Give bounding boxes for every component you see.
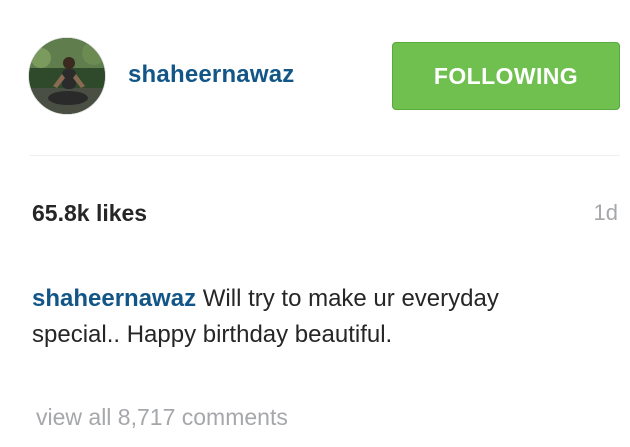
avatar-photo-icon xyxy=(29,38,105,114)
view-all-comments-link[interactable]: view all 8,717 comments xyxy=(36,404,288,431)
caption-username-link[interactable]: shaheernawaz xyxy=(32,285,196,312)
following-button[interactable]: FOLLOWING xyxy=(392,42,620,110)
post-timestamp[interactable]: 1d xyxy=(594,200,618,226)
avatar[interactable] xyxy=(28,37,106,115)
post-caption: shaheernawaz Will try to make ur everyda… xyxy=(32,281,502,353)
post-header: shaheernawaz FOLLOWING xyxy=(0,0,630,155)
likes-count[interactable]: 65.8k likes xyxy=(32,200,147,227)
username-link[interactable]: shaheernawaz xyxy=(128,61,294,89)
divider xyxy=(30,155,620,156)
